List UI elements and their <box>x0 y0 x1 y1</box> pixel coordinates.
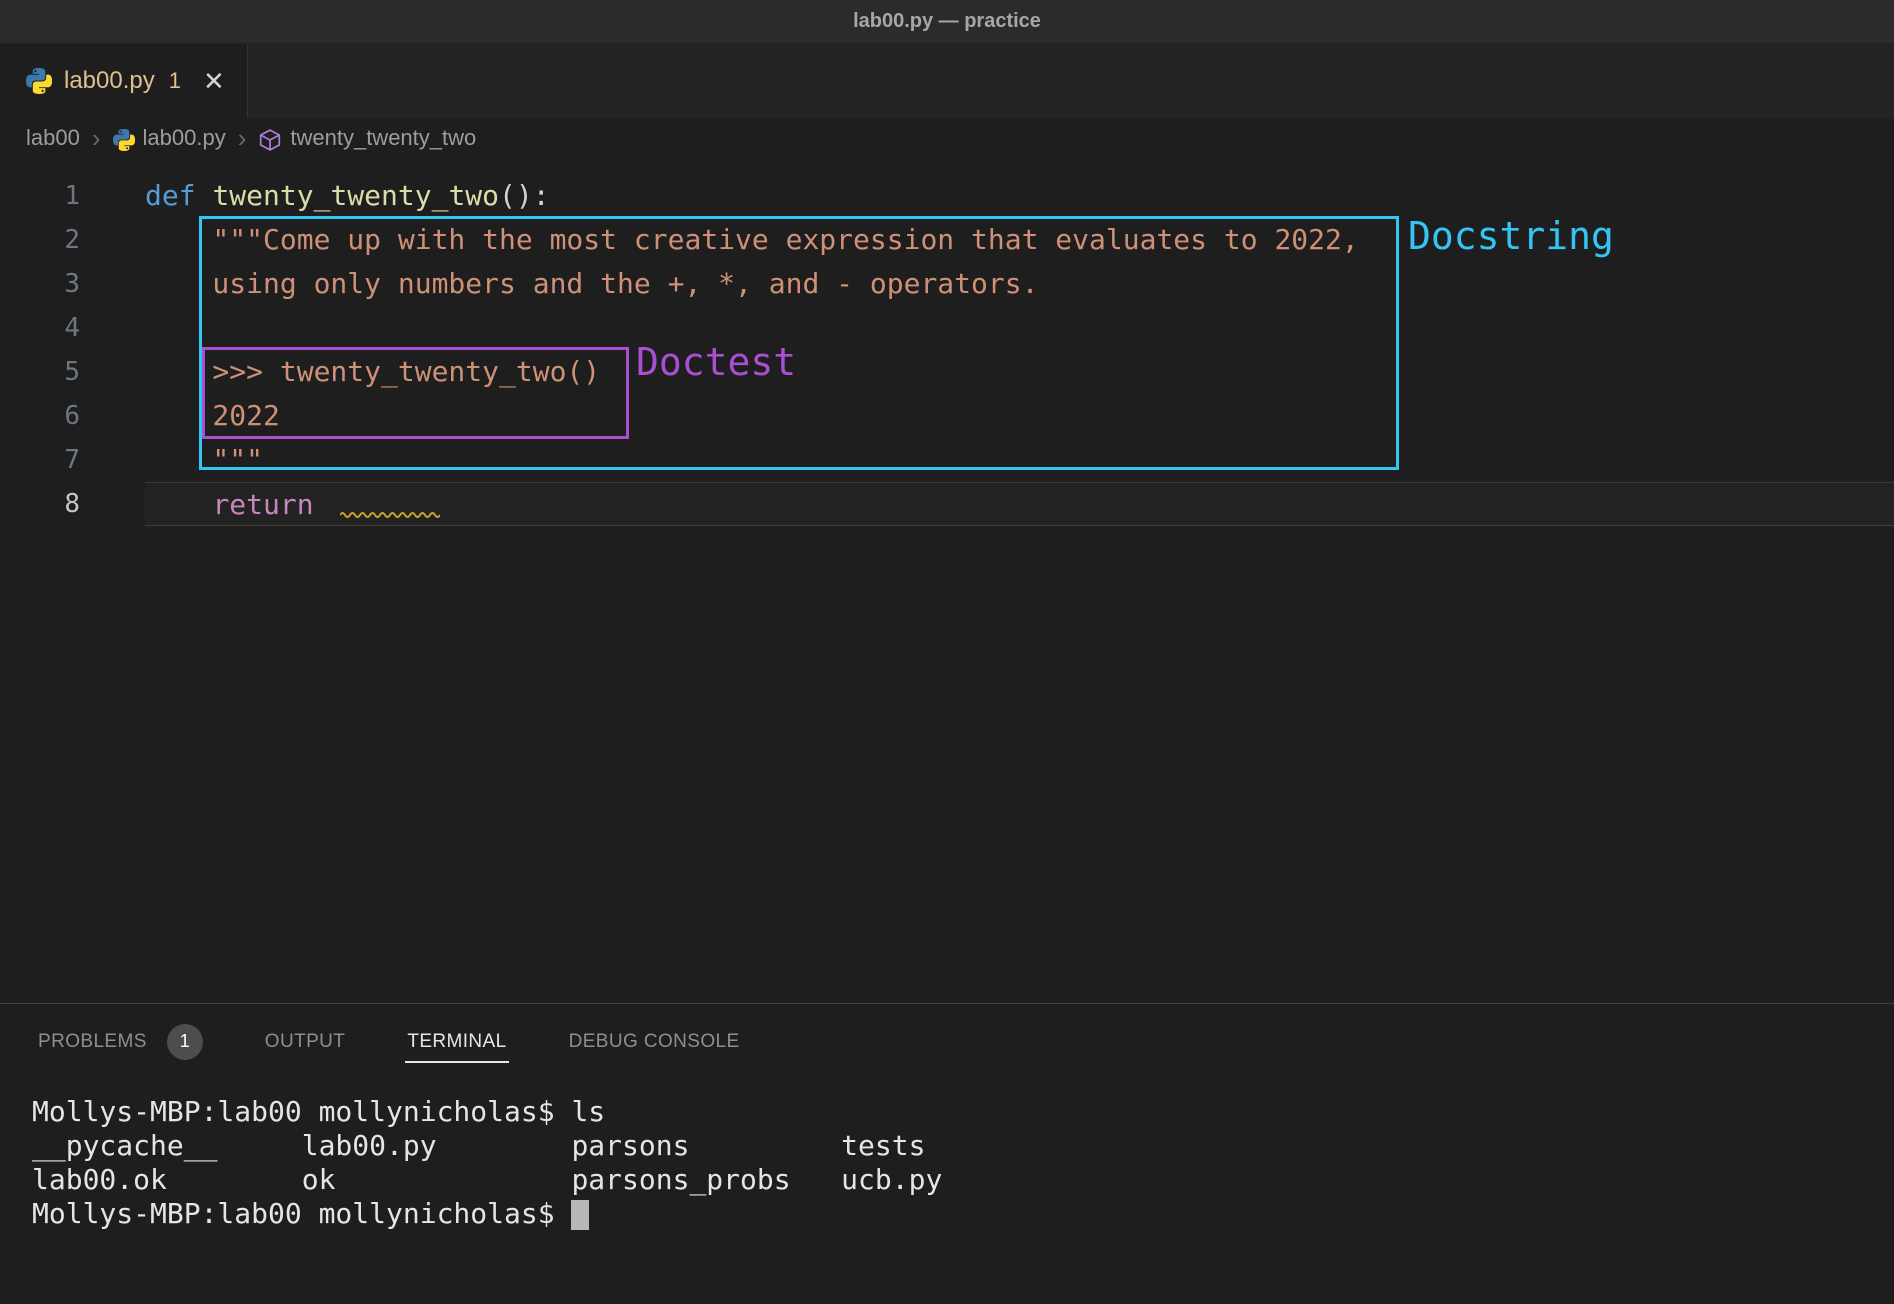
window-title: lab00.py — practice <box>853 10 1041 33</box>
line-content: def twenty_twenty_two(): <box>145 174 1894 218</box>
python-file-icon <box>113 129 135 151</box>
line-content <box>145 306 1894 350</box>
tab-terminal[interactable]: TERMINAL <box>405 1023 508 1063</box>
terminal-line: Mollys-MBP:lab00 mollynicholas$ ls <box>32 1095 1894 1129</box>
editor-line-4[interactable]: 4 <box>0 306 1894 350</box>
close-tab-icon[interactable]: ✕ <box>203 68 225 94</box>
terminal-line: __pycache__ lab00.py parsons tests <box>32 1129 1894 1163</box>
method-symbol-icon <box>258 128 282 152</box>
editor-line-7[interactable]: 7 """ <box>0 438 1894 482</box>
breadcrumb-folder[interactable]: lab00 <box>26 125 80 151</box>
line-content: using only numbers and the +, *, and - o… <box>145 262 1894 306</box>
editor-line-1[interactable]: 1 def twenty_twenty_two(): <box>0 174 1894 218</box>
line-content: return <box>145 482 1894 526</box>
tab-modified-count: 1 <box>169 68 181 94</box>
breadcrumb-symbol[interactable]: twenty_twenty_two <box>290 125 476 151</box>
terminal-line: lab00.ok ok parsons_probs ucb.py <box>32 1163 1894 1197</box>
line-number: 2 <box>0 218 80 262</box>
titlebar: lab00.py — practice <box>0 0 1894 44</box>
debug-console-label: DEBUG CONSOLE <box>569 1031 740 1053</box>
editor-line-5[interactable]: 5 >>> twenty_twenty_two() <box>0 350 1894 394</box>
breadcrumb-file[interactable]: lab00.py <box>143 125 226 151</box>
line-number: 8 <box>0 482 80 526</box>
vscode-window: lab00.py — practice lab00.py 1 ✕ lab00 ›… <box>0 0 1894 1304</box>
terminal-line: Mollys-MBP:lab00 mollynicholas$ <box>32 1197 1894 1231</box>
terminal-lines: Mollys-MBP:lab00 mollynicholas$ ls__pyca… <box>32 1095 1894 1231</box>
tab-bar: lab00.py 1 ✕ <box>0 44 1894 118</box>
line-content: """Come up with the most creative expres… <box>145 218 1894 262</box>
tab-problems[interactable]: PROBLEMS 1 <box>36 1016 205 1070</box>
terminal-output[interactable]: Mollys-MBP:lab00 mollynicholas$ ls__pyca… <box>0 1081 1894 1231</box>
problems-label: PROBLEMS <box>38 1031 147 1053</box>
terminal-cursor <box>571 1200 589 1230</box>
line-content: """ <box>145 438 1894 482</box>
editor-line-2[interactable]: 2 """Come up with the most creative expr… <box>0 218 1894 262</box>
line-content: 2022 <box>145 394 1894 438</box>
output-label: OUTPUT <box>265 1031 346 1053</box>
line-number: 7 <box>0 438 80 482</box>
editor-line-6[interactable]: 6 2022 <box>0 394 1894 438</box>
tab-debug-console[interactable]: DEBUG CONSOLE <box>567 1023 742 1063</box>
tab-lab00py[interactable]: lab00.py 1 ✕ <box>0 44 248 118</box>
warning-squiggle-icon <box>340 510 440 518</box>
line-number: 3 <box>0 262 80 306</box>
line-number: 5 <box>0 350 80 394</box>
line-number: 4 <box>0 306 80 350</box>
bottom-panel: PROBLEMS 1 OUTPUT TERMINAL DEBUG CONSOLE… <box>0 1003 1894 1304</box>
chevron-right-icon: › <box>238 125 247 151</box>
tab-output[interactable]: OUTPUT <box>263 1023 348 1063</box>
breadcrumb: lab00 › lab00.py › twenty_twenty_two <box>0 118 1894 158</box>
editor-line-8[interactable]: 8 return <box>0 482 1894 526</box>
python-file-icon <box>26 68 52 94</box>
terminal-label: TERMINAL <box>407 1031 506 1053</box>
problems-count-badge: 1 <box>167 1024 203 1060</box>
code-editor[interactable]: 1def twenty_twenty_two():2 """Come up wi… <box>0 158 1894 1003</box>
panel-tab-bar: PROBLEMS 1 OUTPUT TERMINAL DEBUG CONSOLE <box>0 1004 1894 1081</box>
editor-lines: 1def twenty_twenty_two():2 """Come up wi… <box>0 174 1894 526</box>
chevron-right-icon: › <box>92 125 101 151</box>
editor-line-3[interactable]: 3 using only numbers and the +, *, and -… <box>0 262 1894 306</box>
tab-label: lab00.py <box>64 67 155 95</box>
line-content: >>> twenty_twenty_two() <box>145 350 1894 394</box>
line-number: 6 <box>0 394 80 438</box>
line-number: 1 <box>0 174 80 218</box>
